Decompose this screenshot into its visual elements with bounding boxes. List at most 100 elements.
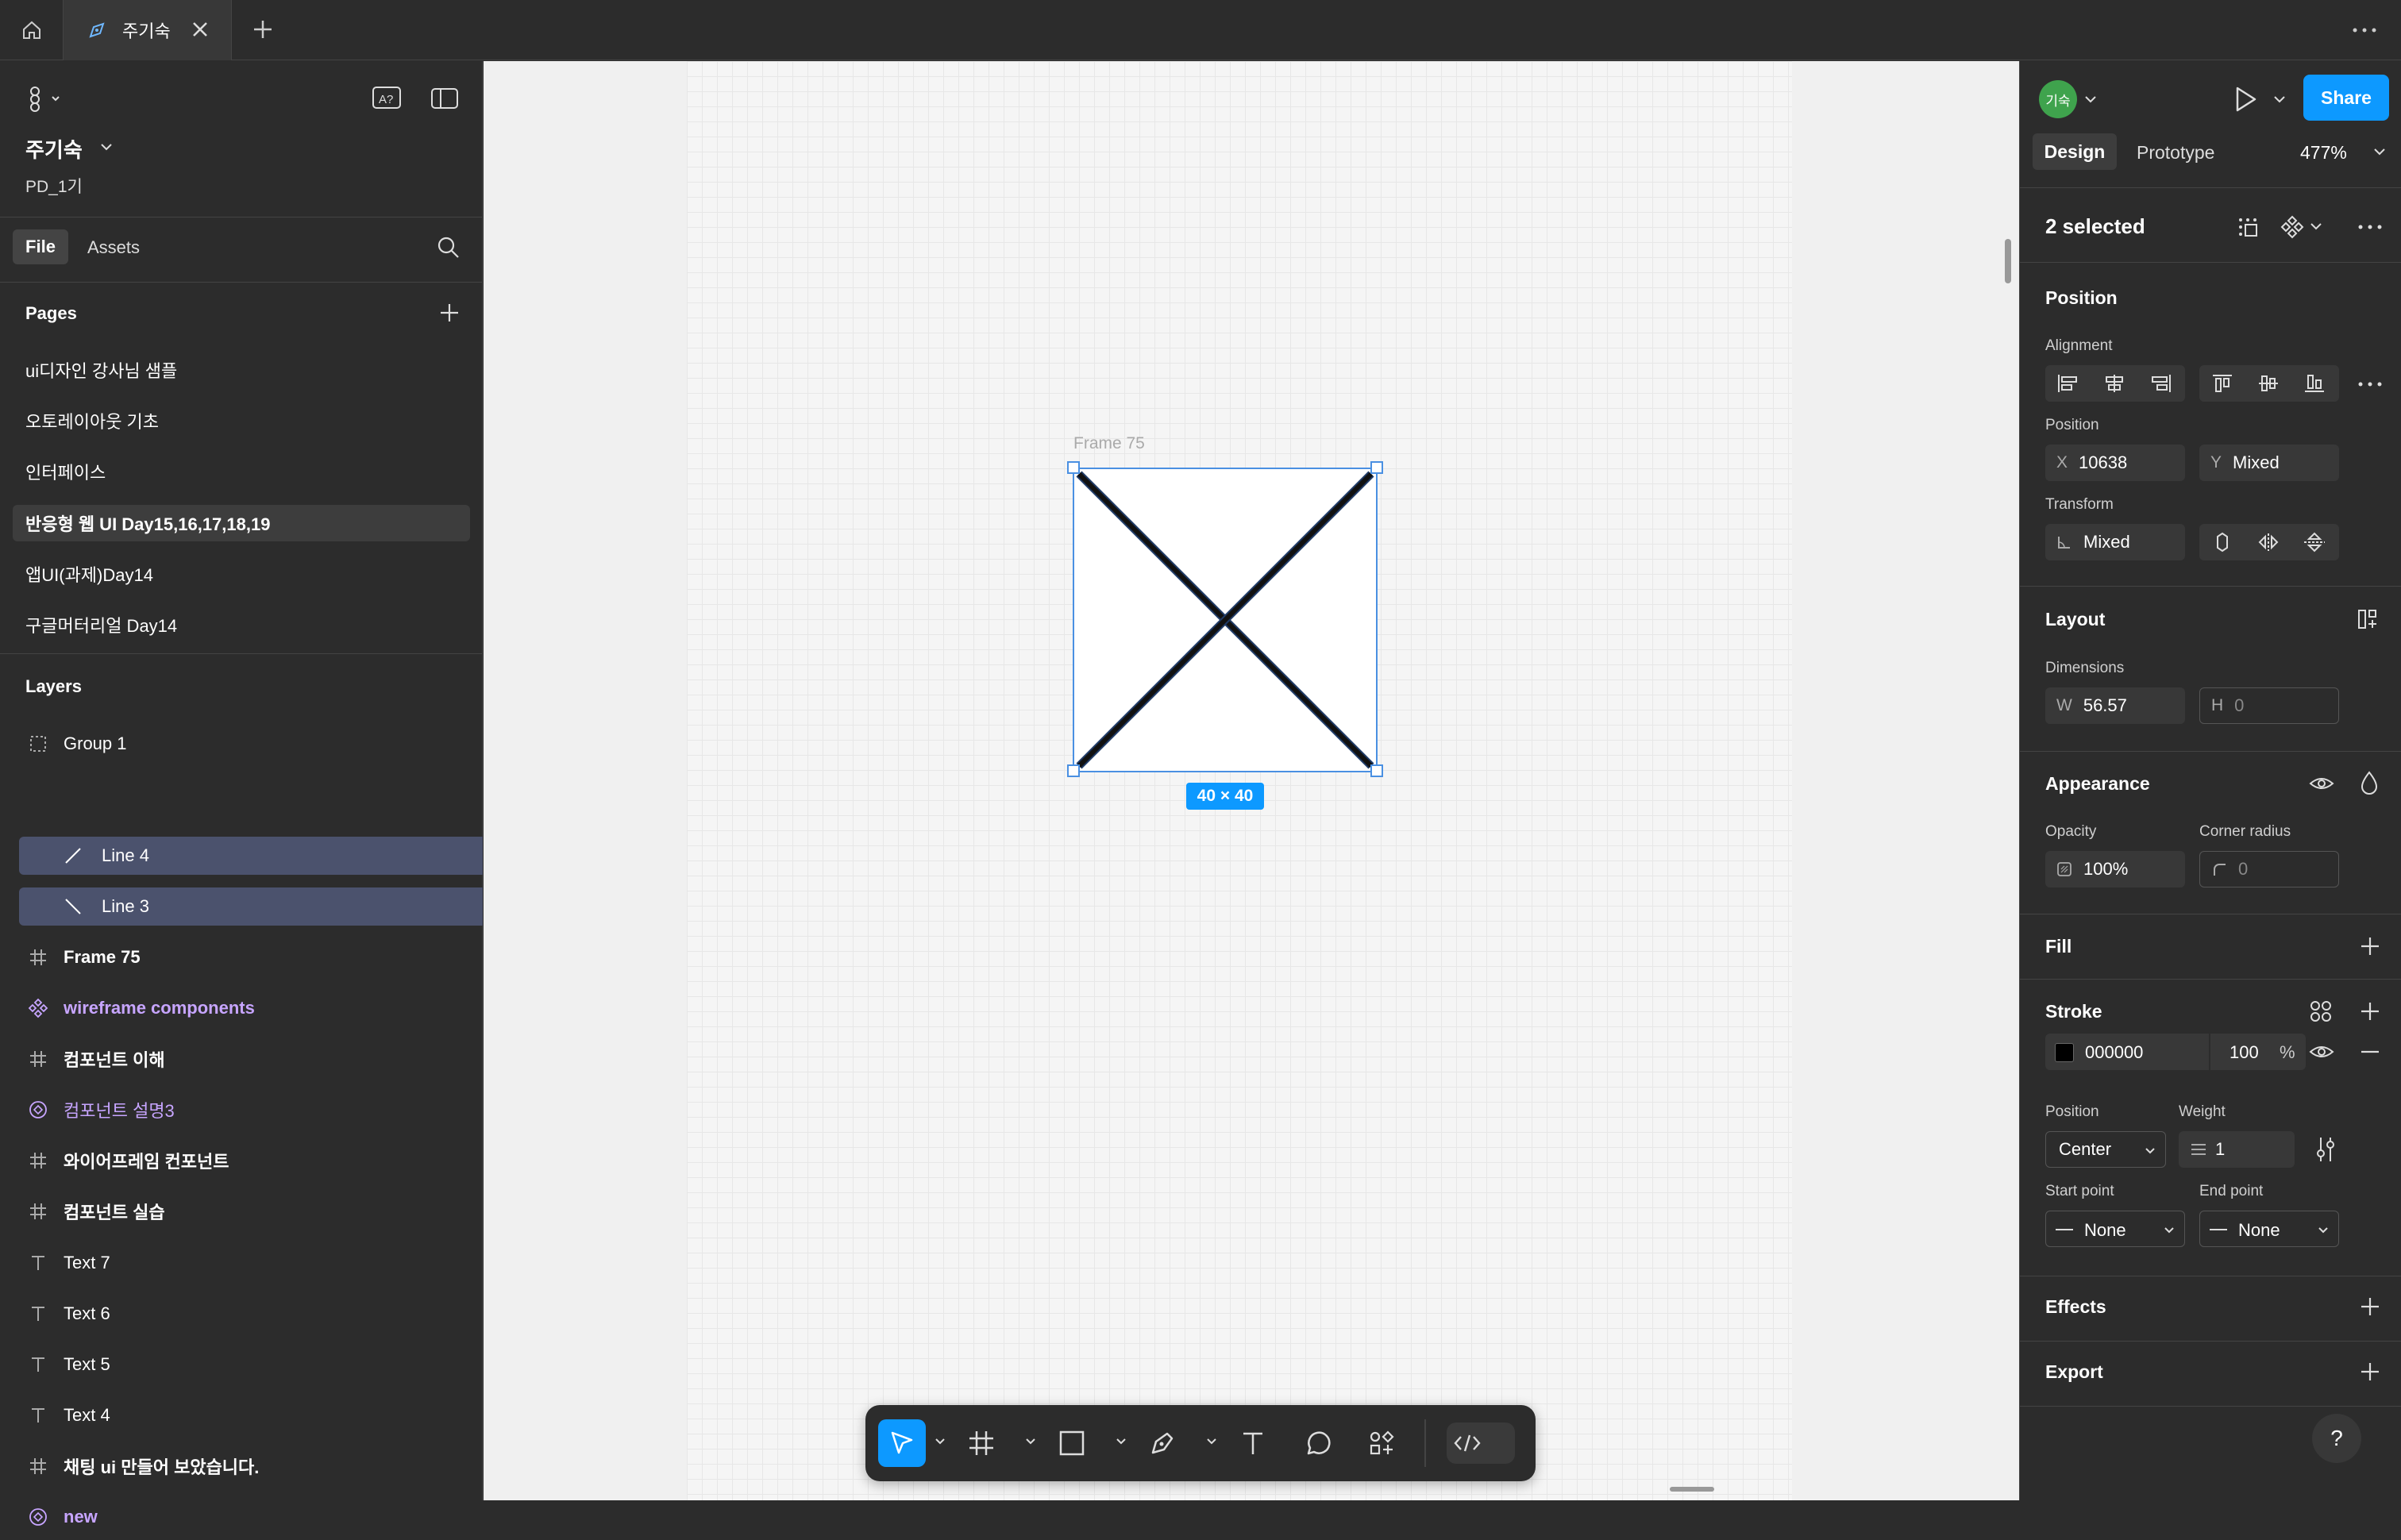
- avatar[interactable]: 기숙: [2039, 80, 2077, 118]
- tab-file[interactable]: File: [13, 229, 68, 264]
- rectangle-tool[interactable]: [1048, 1419, 1096, 1467]
- pen-tool[interactable]: [1139, 1419, 1186, 1467]
- grid-select-icon[interactable]: [2236, 215, 2260, 239]
- add-page-icon[interactable]: [438, 302, 461, 324]
- align-right-icon[interactable]: [2149, 373, 2172, 394]
- chevron-down-icon[interactable]: [98, 141, 114, 153]
- help-button[interactable]: ?: [2312, 1414, 2361, 1463]
- rotate-icon[interactable]: [2210, 532, 2234, 552]
- frame-label[interactable]: Frame 75: [1073, 434, 1145, 453]
- remove-stroke-icon[interactable]: [2360, 1044, 2380, 1060]
- start-point-select[interactable]: None: [2045, 1211, 2185, 1247]
- ai-text-icon[interactable]: A?: [372, 85, 402, 110]
- opacity-field[interactable]: 100%: [2045, 851, 2185, 887]
- stroke-settings-icon[interactable]: [2314, 1136, 2337, 1163]
- x-lines[interactable]: [1074, 469, 1376, 771]
- align-bottom-icon[interactable]: [2303, 373, 2326, 394]
- page-item[interactable]: 오토레이아웃 기초: [13, 402, 470, 439]
- chevron-down-icon[interactable]: [934, 1437, 946, 1446]
- page-item[interactable]: 구글머터리얼 Day14: [13, 606, 470, 643]
- resize-handle[interactable]: [1067, 764, 1080, 777]
- vertical-scrollbar[interactable]: [2005, 239, 2011, 283]
- move-tool[interactable]: [878, 1419, 926, 1467]
- chevron-down-icon[interactable]: [1024, 1437, 1037, 1446]
- chevron-down-icon[interactable]: [1205, 1437, 1218, 1446]
- align-left-icon[interactable]: [2056, 373, 2080, 394]
- text-tool[interactable]: [1229, 1419, 1277, 1467]
- resize-handle[interactable]: [1067, 461, 1080, 474]
- add-fill-icon[interactable]: [2360, 936, 2380, 957]
- layer-row[interactable]: 컴포넌트 실습: [0, 1188, 483, 1234]
- rotation-field[interactable]: Mixed: [2045, 524, 2185, 560]
- eye-icon[interactable]: [2309, 771, 2334, 796]
- layer-row[interactable]: new: [0, 1494, 483, 1540]
- frame-75[interactable]: [1073, 468, 1378, 772]
- add-export-icon[interactable]: [2360, 1361, 2380, 1382]
- align-top-icon[interactable]: [2210, 373, 2234, 394]
- x-field[interactable]: X 10638: [2045, 445, 2185, 481]
- page-item-selected[interactable]: 반응형 웹 UI Day15,16,17,18,19: [13, 505, 470, 541]
- style-grid-icon[interactable]: [2309, 999, 2333, 1023]
- layer-row-selected[interactable]: Line 3: [19, 887, 483, 926]
- chevron-down-icon[interactable]: [2272, 94, 2287, 106]
- layer-row-selected[interactable]: Line 4: [19, 837, 483, 875]
- tab-prototype[interactable]: Prototype: [2137, 142, 2214, 164]
- more-icon[interactable]: [2357, 218, 2384, 236]
- corner-radius-field[interactable]: 0: [2199, 851, 2339, 887]
- comment-tool[interactable]: [1294, 1419, 1342, 1467]
- layer-row[interactable]: 컴포넌트 설명3: [0, 1087, 483, 1133]
- layer-row[interactable]: 컴포넌트 이해: [0, 1036, 483, 1082]
- zoom-level[interactable]: 477%: [2300, 142, 2347, 164]
- weight-field[interactable]: 1: [2179, 1131, 2295, 1168]
- eye-icon[interactable]: [2309, 1039, 2334, 1065]
- home-button[interactable]: [0, 0, 64, 60]
- layer-row[interactable]: Text 5: [0, 1342, 483, 1388]
- more-icon[interactable]: [2357, 375, 2384, 393]
- layer-row[interactable]: 와이어프레임 컨포넌트: [0, 1138, 483, 1184]
- new-tab-icon[interactable]: [249, 16, 276, 43]
- flip-horizontal-icon[interactable]: [2256, 532, 2280, 552]
- page-item[interactable]: 인터페이스: [13, 453, 470, 490]
- blend-mode-icon[interactable]: [2358, 770, 2380, 795]
- chevron-down-icon[interactable]: [1115, 1437, 1127, 1446]
- canvas[interactable]: Frame 75 40 × 40: [484, 61, 2019, 1500]
- component-icon[interactable]: [2280, 215, 2304, 239]
- chevron-down-icon[interactable]: [2083, 94, 2098, 106]
- close-icon[interactable]: [190, 19, 210, 40]
- resize-handle[interactable]: [1370, 461, 1383, 474]
- stroke-position-select[interactable]: Center: [2045, 1131, 2166, 1168]
- project-name[interactable]: PD_1기: [25, 174, 83, 198]
- page-item[interactable]: 앱UI(과제)Day14: [13, 556, 470, 592]
- page-item[interactable]: ui디자인 강사님 샘플: [13, 352, 470, 388]
- resize-handle[interactable]: [1370, 764, 1383, 777]
- layer-row[interactable]: Text 7: [0, 1240, 483, 1286]
- add-effect-icon[interactable]: [2360, 1296, 2380, 1317]
- stroke-opacity[interactable]: 100: [2230, 1042, 2259, 1063]
- layer-row[interactable]: wireframe components: [0, 985, 483, 1031]
- tab-design[interactable]: Design: [2033, 133, 2117, 170]
- layer-row[interactable]: Frame 75: [0, 934, 483, 980]
- layer-row[interactable]: Text 4: [0, 1392, 483, 1438]
- play-icon[interactable]: [2231, 83, 2260, 115]
- search-icon[interactable]: [437, 236, 461, 260]
- stroke-color-field[interactable]: 000000 100 %: [2045, 1034, 2306, 1070]
- tab-assets[interactable]: Assets: [87, 237, 140, 258]
- file-name[interactable]: 주기숙: [25, 134, 83, 164]
- dev-mode-toggle[interactable]: [1447, 1423, 1515, 1464]
- stroke-hex[interactable]: 000000: [2085, 1042, 2143, 1063]
- stroke-swatch[interactable]: [2055, 1043, 2074, 1062]
- main-menu-icon[interactable]: [25, 85, 64, 112]
- layer-row[interactable]: Group 1: [0, 721, 483, 767]
- artboard[interactable]: [687, 61, 1792, 1500]
- file-tab[interactable]: 주기숙: [64, 0, 232, 60]
- frame-tool[interactable]: [958, 1419, 1005, 1467]
- auto-layout-icon[interactable]: [2357, 607, 2380, 631]
- height-field[interactable]: H0: [2199, 687, 2339, 724]
- align-center-icon[interactable]: [2102, 373, 2126, 394]
- horizontal-scrollbar[interactable]: [1670, 1487, 1714, 1492]
- y-field[interactable]: Y Mixed: [2199, 445, 2339, 481]
- end-point-select[interactable]: None: [2199, 1211, 2339, 1247]
- chevron-down-icon[interactable]: [2372, 147, 2387, 158]
- actions-tool[interactable]: [1358, 1419, 1405, 1467]
- layer-row[interactable]: Text 6: [0, 1291, 483, 1337]
